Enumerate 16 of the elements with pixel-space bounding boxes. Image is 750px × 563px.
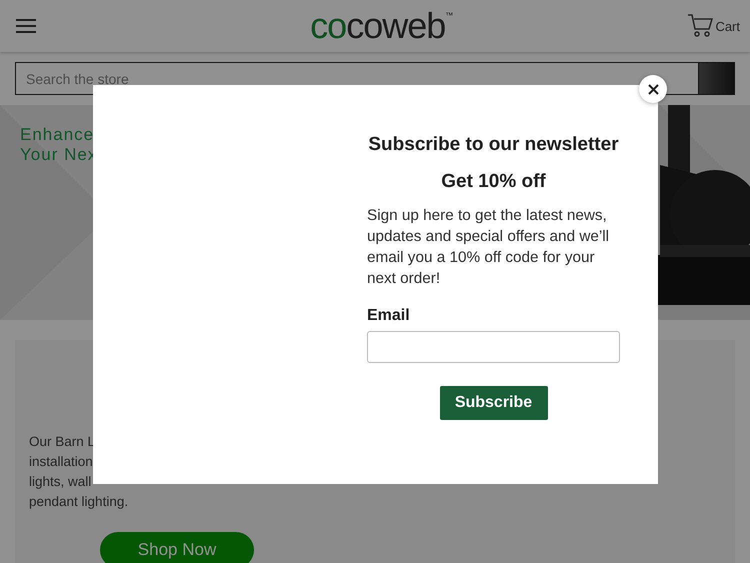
promo-text: lights, wall (29, 473, 92, 491)
logo[interactable]: cocoweb$^{™}$ (310, 8, 454, 44)
subscribe-button[interactable]: Subscribe (440, 386, 548, 420)
popup-description: Sign up here to get the latest news, updates and special offers and we’ll email you a 10% off code for your next order! (367, 206, 610, 289)
close-icon (648, 84, 658, 94)
promo-text: installation (29, 453, 93, 471)
popup-title: Subscribe to our newsletter (367, 133, 620, 157)
email-label: Email (367, 307, 411, 325)
shop-now-button[interactable]: Shop Now (100, 532, 254, 563)
cart-link[interactable]: Cart (687, 13, 740, 39)
hero-heading: Enhance (20, 125, 94, 145)
cart-icon (687, 13, 714, 39)
menu-icon[interactable] (16, 18, 36, 34)
popup-subtitle: Get 10% off (440, 171, 547, 193)
email-field[interactable] (367, 331, 620, 363)
promo-text: pendant lighting. (29, 493, 128, 511)
